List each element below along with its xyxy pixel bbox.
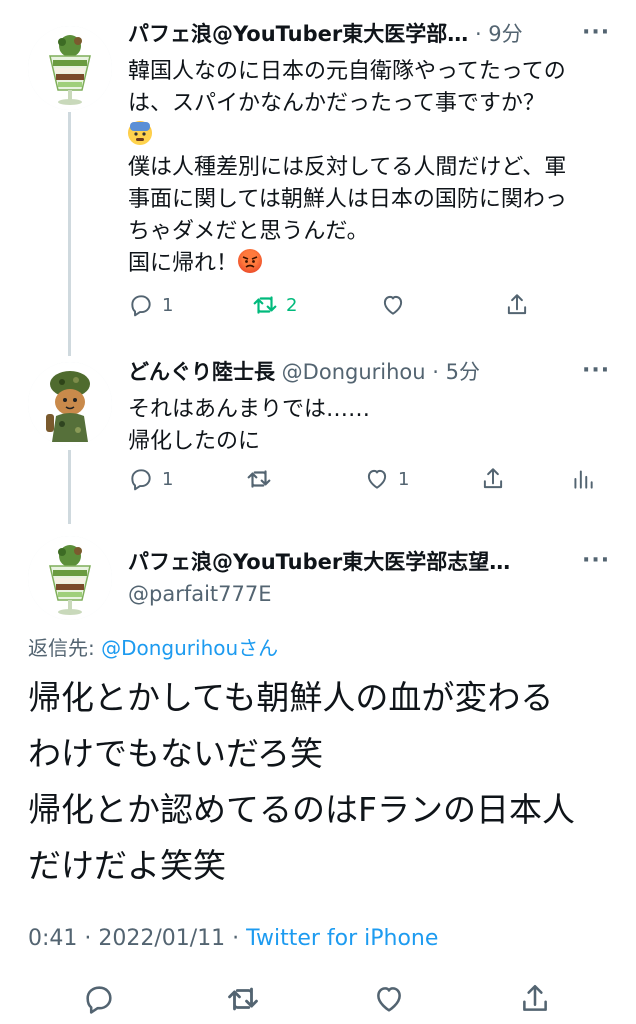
tweet1-more-icon[interactable]: ··· <box>582 20 610 45</box>
angry-face-emoji <box>238 249 263 273</box>
tweet2-handle-time[interactable]: @Donguri­hou · 5分 <box>275 360 480 384</box>
main-action-bar <box>0 974 636 1024</box>
tweet2-line: 帰化したのに <box>128 429 261 454</box>
heart-icon <box>367 469 387 489</box>
parfait-avatar-image <box>28 26 112 110</box>
reply-icon <box>131 469 151 491</box>
tweet1-line: 僕は人種差別には反対してる人間だけど、軍 <box>128 155 567 180</box>
tweet1-time[interactable]: · 9分 <box>468 22 523 46</box>
main-line: だけだよ笑笑 <box>28 846 226 885</box>
avatar-donguri[interactable] <box>28 362 112 446</box>
reply-to-suffix: さん <box>238 636 279 660</box>
tweet2-retweet-button[interactable] <box>246 466 280 492</box>
tweet1-like-button[interactable] <box>380 292 414 318</box>
tweet1-retweet-button[interactable]: 2 <box>252 292 297 318</box>
tweet2-like-count: 1 <box>398 468 410 490</box>
tweet1-share-button[interactable] <box>504 292 530 318</box>
tweet1-reply-button[interactable]: 1 <box>128 292 173 318</box>
source-link[interactable]: Twitter for iPhone <box>246 926 438 951</box>
main-reply-button[interactable] <box>82 982 116 1016</box>
reply-icon <box>131 295 151 317</box>
reply-icon <box>86 986 112 1014</box>
tweet1-line: 事面に関しては朝鮮人は日本の国防に関わっ <box>128 187 567 212</box>
main-line: 帰化とか認めてるのはFランの日本人 <box>28 790 575 829</box>
main-like-button[interactable] <box>372 982 406 1016</box>
tweet2-actions: 1 1 <box>128 466 608 498</box>
tweet2-more-icon[interactable]: ··· <box>582 358 610 383</box>
tweet2-reply-count: 1 <box>162 468 174 490</box>
retweet-icon <box>247 470 271 488</box>
reply-to-line: 返信先: @Dongurihouさん <box>28 632 278 661</box>
main-more-icon[interactable]: ··· <box>582 548 610 573</box>
tweet1-actions: 1 2 <box>128 292 608 324</box>
heart-icon <box>383 295 403 315</box>
retweet-icon <box>228 987 258 1011</box>
main-share-button[interactable] <box>518 982 552 1016</box>
analytics-icon <box>574 470 593 489</box>
tweet1-line-last: 国に帰れ！ <box>128 248 567 280</box>
reply-to-prefix: 返信先: <box>28 636 102 660</box>
tweet1-line: 韓国人なのに日本の元自衛隊やってたっての <box>128 59 566 84</box>
share-icon <box>523 984 547 1011</box>
tweet2-line: それはあんまりでは…… <box>128 397 371 422</box>
main-line: わけでもないだろ笑 <box>28 734 324 773</box>
thread-line-2 <box>68 450 71 524</box>
timestamp[interactable]: 0:41 · 2022/01/11 · <box>28 926 246 951</box>
main-handle[interactable]: @parfait777E <box>128 580 272 608</box>
tweet2-body: それはあんまりでは…… 帰化したのに <box>128 394 370 458</box>
tweet2-display-name[interactable]: どんぐり陸士長 <box>128 360 275 384</box>
share-icon <box>507 294 527 315</box>
main-display-name[interactable]: パフェ浪@YouTuber東大医学部志望… <box>128 548 510 576</box>
anxious-face-emoji <box>128 121 152 145</box>
tweet1-line: は、スパイかなんかだったって事ですか？ <box>128 91 545 116</box>
main-tweet-body: 帰化とかしても朝鮮人の血が変わる わけでもないだろ笑 帰化とか認めてるのはFラン… <box>28 670 575 894</box>
tweet1-header: パフェ浪@YouTuber東大医学部… · 9分 <box>128 20 523 48</box>
tweet2-reply-button[interactable]: 1 <box>128 466 173 492</box>
tweet2-analytics-button[interactable] <box>570 466 596 492</box>
tweet1-display-name[interactable]: パフェ浪@YouTuber東大医学部… <box>128 22 468 46</box>
main-line: 帰化とかしても朝鮮人の血が変わる <box>28 678 554 717</box>
tweet1-line: ちゃダメだと思うんだ。 <box>128 219 369 244</box>
tweet1-emoji-line <box>128 120 567 152</box>
tweet2-header: どんぐり陸士長 @Donguri­hou · 5分 <box>128 358 480 386</box>
main-retweet-button[interactable] <box>226 982 260 1016</box>
tweet1-retweet-count: 2 <box>286 294 298 316</box>
tweet2-like-button[interactable]: 1 <box>364 466 409 492</box>
avatar-parfait-main[interactable] <box>28 536 112 620</box>
thread-line-1 <box>68 112 71 356</box>
tweet1-line: 国に帰れ！ <box>128 251 239 276</box>
main-tweet-footer: 0:41 · 2022/01/11 · Twitter for iPhone <box>28 926 438 951</box>
avatar-parfait[interactable] <box>28 26 112 110</box>
parfait-avatar-image <box>28 536 112 620</box>
share-icon <box>483 468 503 489</box>
retweet-icon <box>253 296 277 314</box>
tweet1-body: 韓国人なのに日本の元自衛隊やってたっての は、スパイかなんかだったって事ですか？… <box>128 56 567 280</box>
heart-icon <box>377 987 401 1012</box>
tweet2-share-button[interactable] <box>480 466 506 492</box>
reply-to-link[interactable]: @Dongurihou <box>101 636 238 660</box>
tweet1-reply-count: 1 <box>162 294 174 316</box>
donguri-avatar-image <box>28 362 112 446</box>
